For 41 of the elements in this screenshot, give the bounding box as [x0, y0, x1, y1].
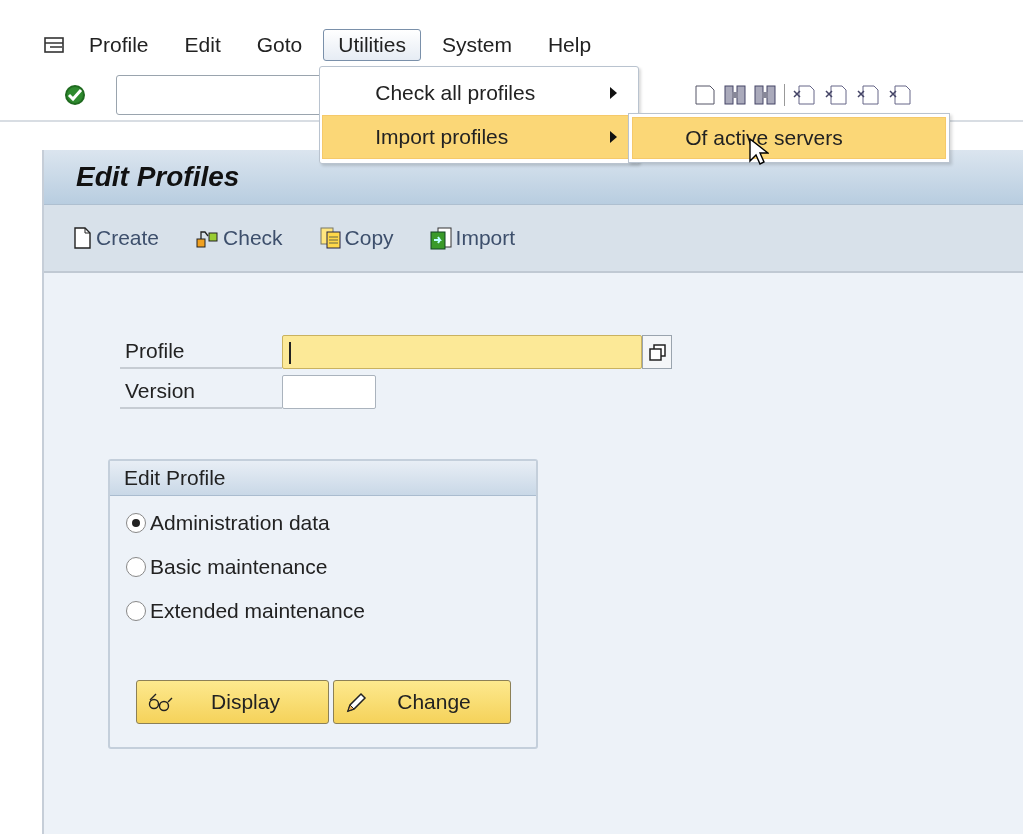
toolbar-button[interactable]: Copy: [318, 226, 394, 250]
toolbar-button[interactable]: Create: [72, 226, 160, 250]
binoculars-icon[interactable]: [724, 83, 746, 107]
action-button[interactable]: Display: [136, 680, 329, 724]
pencil-icon: [344, 691, 368, 713]
checkmark-icon[interactable]: [64, 84, 86, 106]
menu-item[interactable]: Utilities: [323, 29, 421, 61]
menu-item[interactable]: System: [426, 29, 527, 61]
screen-menu-icon[interactable]: [44, 36, 64, 54]
radio-label: Basic maintenance: [150, 555, 328, 579]
radio-button[interactable]: [126, 601, 146, 621]
value-help-button[interactable]: [642, 335, 672, 369]
page-arrow-icon[interactable]: [857, 83, 881, 107]
page-arrow-icon[interactable]: [889, 83, 913, 107]
toolbar-button[interactable]: Import: [429, 226, 516, 250]
menu-entry[interactable]: Check all profiles: [322, 71, 637, 115]
radio-label: Extended maintenance: [150, 599, 365, 623]
glasses-icon: [147, 691, 173, 713]
menu-item[interactable]: Help: [532, 29, 607, 61]
menu-item[interactable]: Edit: [169, 29, 236, 61]
toolbar-button[interactable]: Check: [195, 226, 283, 250]
menu-item[interactable]: Profile: [74, 29, 164, 61]
radio-button[interactable]: [126, 513, 146, 533]
radio-label: Administration data: [150, 511, 330, 535]
screen-title: Edit Profiles: [76, 161, 240, 193]
radio-button[interactable]: [126, 557, 146, 577]
overlapping-squares-icon: [648, 343, 666, 361]
input-field[interactable]: [282, 375, 376, 409]
input-field[interactable]: [282, 335, 642, 369]
import-icon: [429, 226, 452, 250]
action-button[interactable]: Change: [333, 680, 511, 724]
copy-icon: [318, 227, 341, 249]
page-arrow-icon[interactable]: [793, 83, 817, 107]
document-icon: [72, 227, 92, 249]
submenu-arrow-icon: [610, 131, 618, 143]
group-title: Edit Profile: [110, 461, 536, 496]
submenu-arrow-icon: [610, 87, 618, 99]
menu-item[interactable]: Goto: [241, 29, 318, 61]
page-arrow-icon[interactable]: [825, 83, 849, 107]
menu-entry[interactable]: Of active servers: [632, 117, 947, 159]
binoculars-icon[interactable]: [754, 83, 776, 107]
